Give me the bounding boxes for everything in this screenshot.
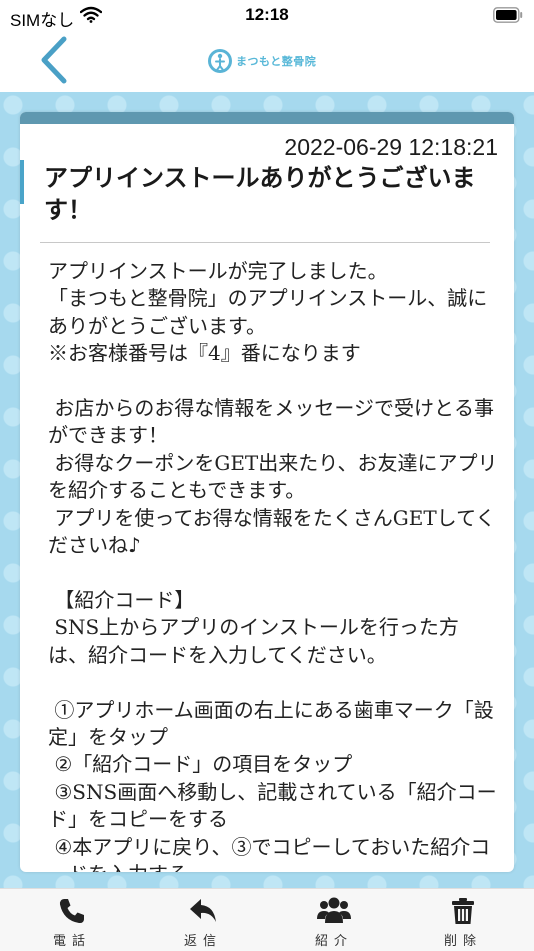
tab-bar: 電話 返信 紹介 削除	[0, 888, 534, 951]
message-card: 2022-06-29 12:18:21 アプリインストールありがとうございます！…	[20, 112, 514, 872]
card-header-strip	[20, 112, 514, 124]
status-time: 12:18	[245, 5, 289, 24]
tab-introduce[interactable]: 紹介	[284, 889, 384, 951]
tab-phone[interactable]: 電話	[22, 889, 122, 951]
message-title: アプリインストールありがとうございます！	[44, 164, 476, 224]
title-accent-bar	[20, 160, 24, 204]
trash-icon	[452, 898, 474, 924]
tab-delete[interactable]: 削除	[413, 889, 513, 951]
logo-mark-icon	[208, 49, 232, 73]
message-body: アプリインストールが完了しました。 「まつもと整骨院」のアプリインストール、誠に…	[48, 259, 498, 872]
tab-reply-label: 返信	[183, 934, 222, 949]
app-logo: まつもと整骨院	[207, 46, 316, 76]
tab-phone-label: 電話	[52, 934, 91, 949]
phone-icon	[59, 899, 84, 924]
nav-bar: まつもと整骨院	[0, 34, 534, 92]
message-datetime: 2022-06-29 12:18:21	[284, 134, 498, 160]
tab-introduce-label: 紹介	[314, 934, 353, 949]
logo-text: まつもと整骨院	[236, 55, 317, 68]
users-icon	[317, 897, 351, 923]
title-divider	[40, 242, 490, 243]
battery-icon	[493, 7, 523, 23]
tab-delete-label: 削除	[443, 934, 482, 949]
tab-reply[interactable]: 返信	[153, 889, 253, 951]
status-bar: SIMなし 12:18	[0, 0, 534, 34]
chevron-left-icon	[41, 36, 67, 84]
back-button[interactable]	[28, 34, 78, 92]
reply-icon	[190, 899, 216, 922]
